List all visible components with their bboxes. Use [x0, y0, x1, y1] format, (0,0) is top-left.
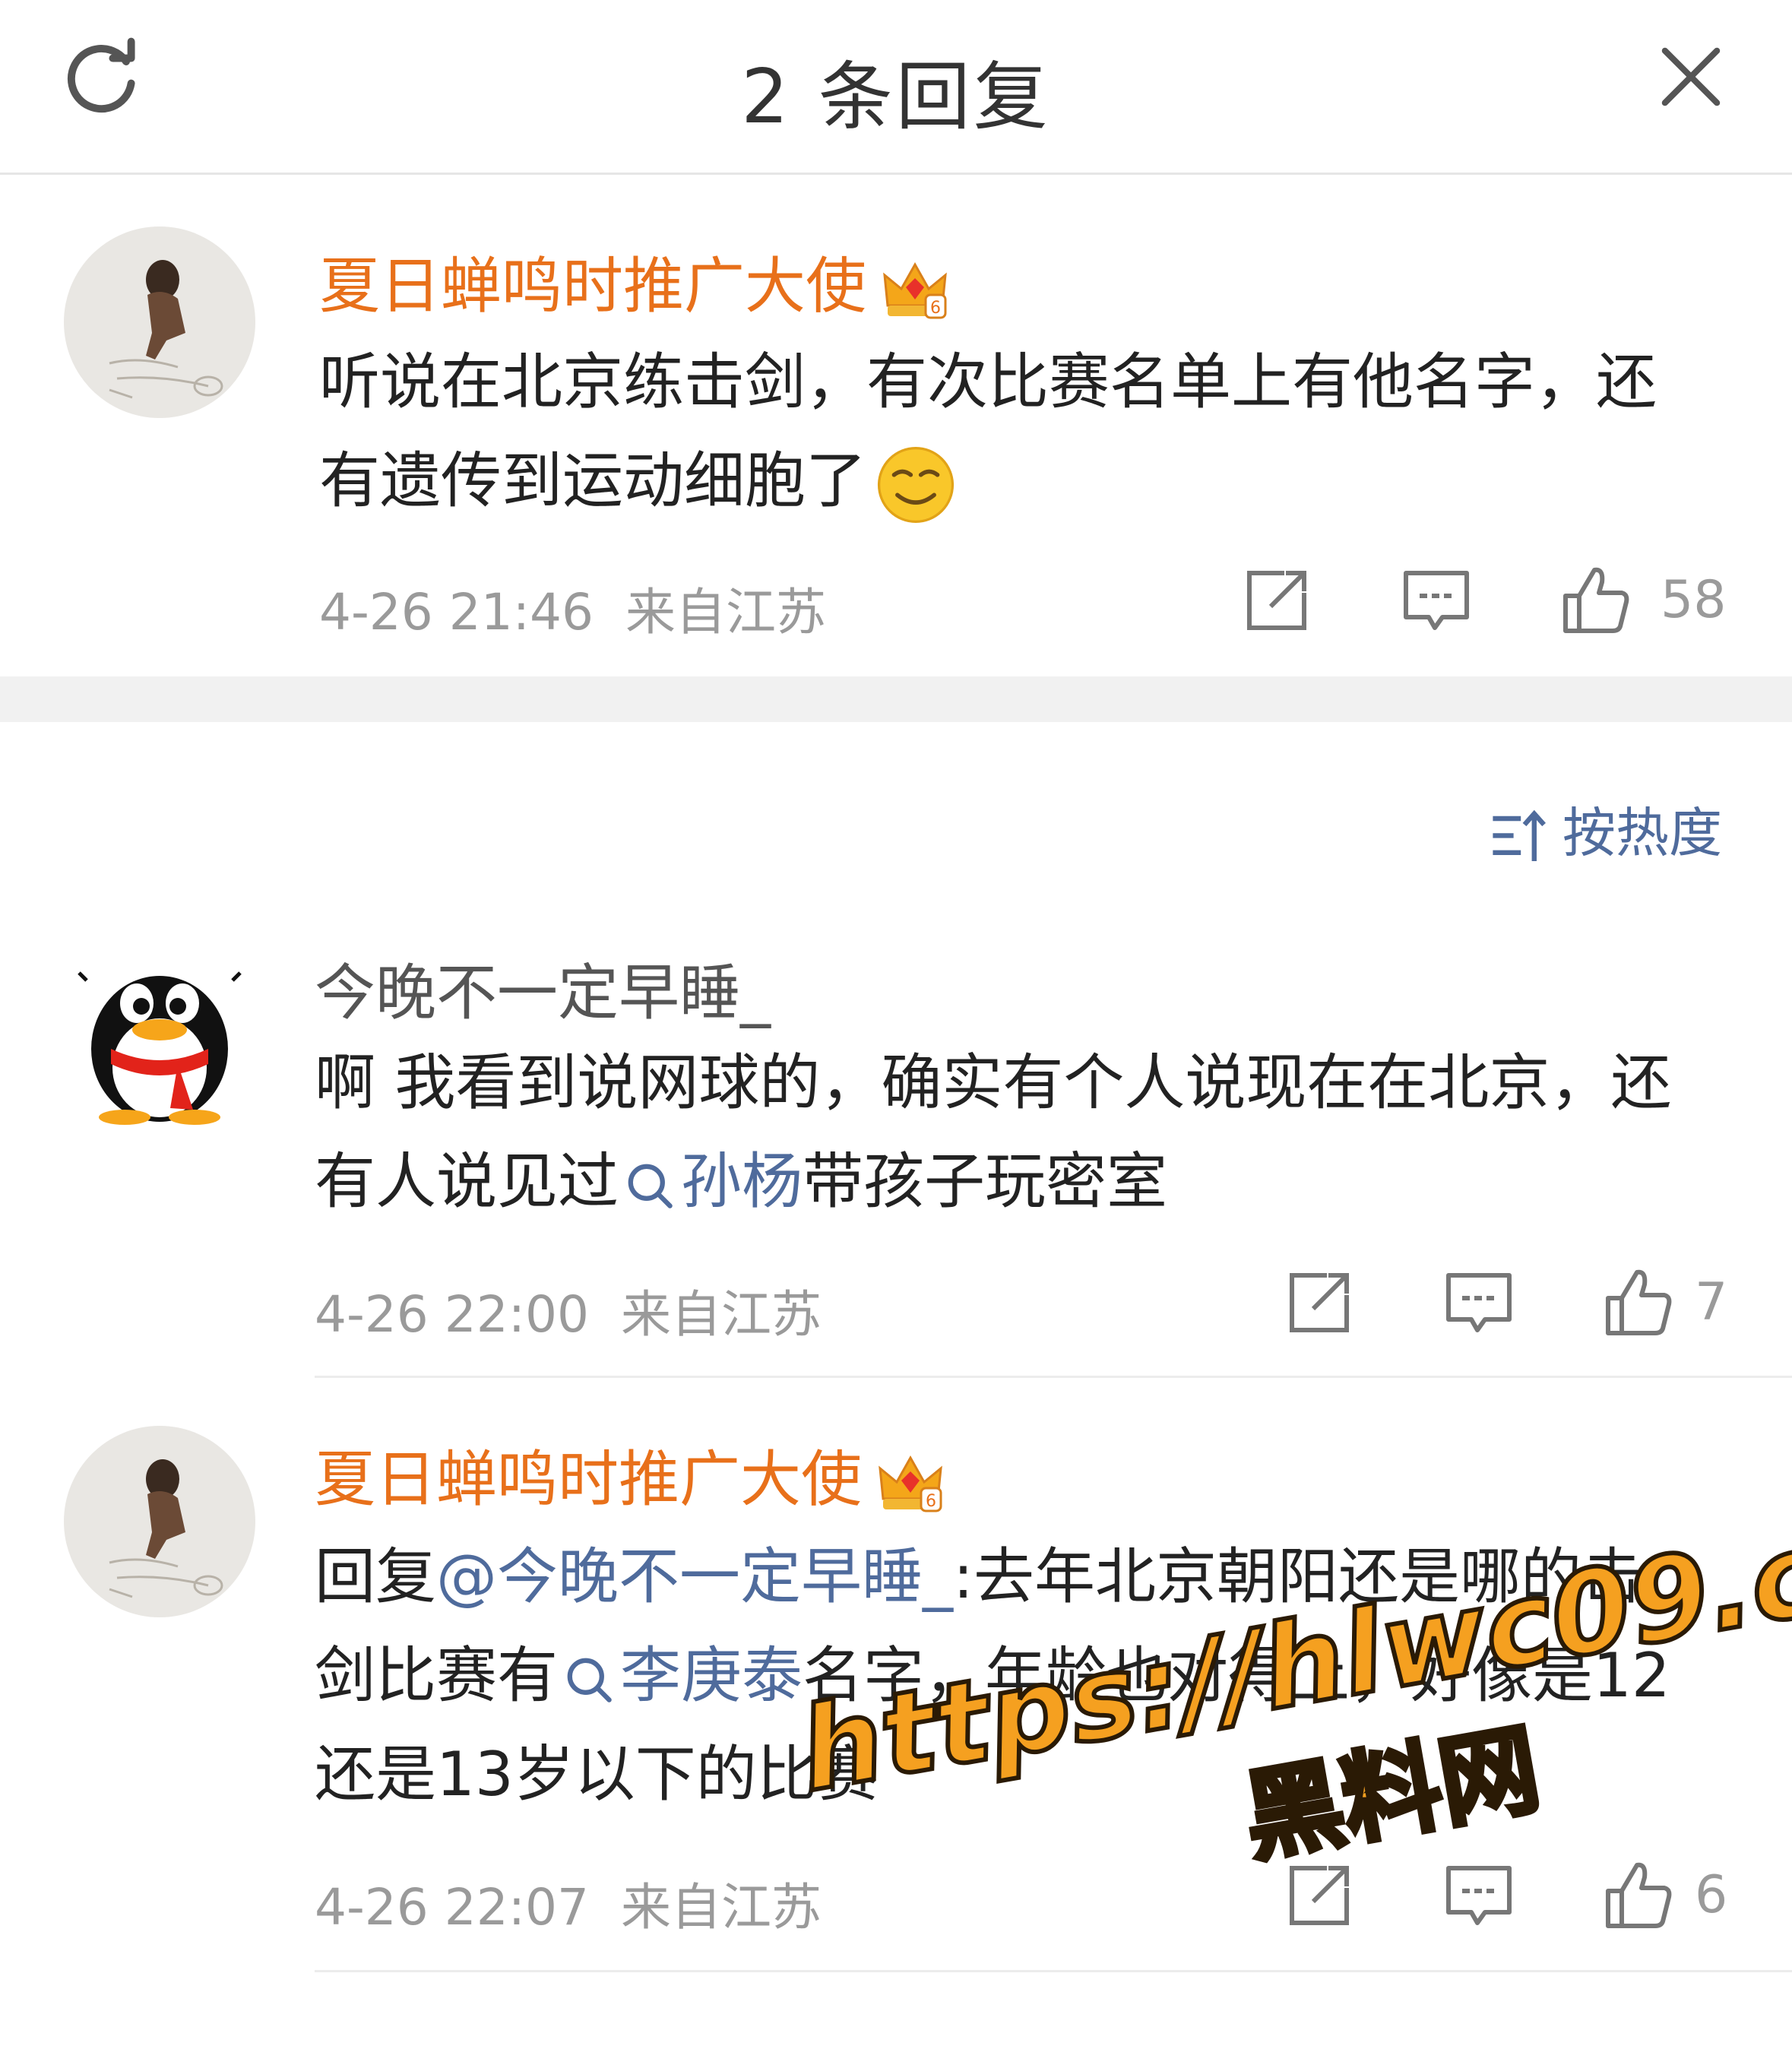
reply-meta: 4-26 22:07 来自江苏	[315, 1867, 822, 1940]
reply-actions: 7	[1281, 1265, 1737, 1348]
like-icon[interactable]	[1600, 1265, 1676, 1341]
like-icon[interactable]	[1600, 1858, 1676, 1934]
search-icon	[628, 1164, 673, 1208]
svg-text:6: 6	[930, 299, 941, 318]
reply-divider	[315, 1970, 1792, 1972]
comment-meta: 4-26 21:46 来自江苏	[319, 572, 826, 645]
reply-location: 来自江苏	[620, 1285, 822, 1344]
smirk-emoji-icon	[877, 446, 955, 524]
share-icon[interactable]	[1281, 1265, 1357, 1341]
reply-body-tail: 带孩子玩密室	[803, 1146, 1167, 1217]
author-name[interactable]: 夏日蝉鸣时推广大使	[315, 1444, 862, 1515]
reply-header: 2 条回复	[0, 0, 1792, 175]
crown-badge-icon: 6	[883, 261, 947, 319]
topic-link[interactable]: 李庚泰	[558, 1640, 803, 1711]
close-icon[interactable]	[1657, 43, 1725, 111]
reply-location: 来自江苏	[620, 1878, 822, 1937]
search-icon	[567, 1658, 612, 1702]
like-count: 7	[1695, 1272, 1728, 1332]
sort-label: 按热度	[1562, 802, 1722, 864]
like-icon[interactable]	[1558, 562, 1634, 638]
comment-time: 4-26 21:46	[319, 583, 594, 641]
reply-time: 4-26 22:00	[315, 1285, 589, 1344]
reply-author[interactable]: 夏日蝉鸣时推广大使 6	[315, 1430, 948, 1522]
page-title: 2 条回复	[741, 54, 1051, 141]
topic-link-label[interactable]: 李庚泰	[620, 1640, 803, 1711]
like-count: 58	[1661, 570, 1727, 630]
comment-actions: 58	[1239, 562, 1727, 646]
like-count: 6	[1695, 1865, 1728, 1925]
comment-author[interactable]: 夏日蝉鸣时推广大使 6	[319, 237, 953, 328]
comment-icon[interactable]	[1441, 1265, 1517, 1341]
reply-actions: 6	[1281, 1858, 1737, 1941]
reply-text: 啊 我看到说网球的，确实有个人说现在在北京，还有人说见过 孙杨带孩子玩密室	[315, 1034, 1683, 1231]
avatar[interactable]	[64, 935, 255, 1126]
avatar[interactable]	[64, 226, 255, 418]
reply-author[interactable]: 今晚不一定早睡_	[315, 944, 771, 1032]
comment-text: 听说在北京练击剑，有次比赛名单上有他名字，还有遗传到运动细胞了	[319, 333, 1657, 531]
share-icon[interactable]	[1239, 562, 1315, 638]
svg-text:6: 6	[926, 1492, 936, 1511]
author-name[interactable]: 夏日蝉鸣时推广大使	[319, 251, 866, 321]
comment-icon[interactable]	[1441, 1858, 1517, 1934]
section-separator	[0, 676, 1792, 722]
reply-meta: 4-26 22:00 来自江苏	[315, 1274, 822, 1347]
mention-link[interactable]: @今晚不一定早睡_	[436, 1541, 953, 1612]
crown-badge-icon: 6	[879, 1455, 942, 1512]
avatar[interactable]	[64, 1426, 255, 1617]
reply-divider	[315, 1376, 1792, 1378]
comment-icon[interactable]	[1398, 562, 1474, 638]
author-name[interactable]: 今晚不一定早睡_	[315, 958, 771, 1028]
comment-location: 来自江苏	[625, 583, 826, 641]
reply-prefix: 回复	[315, 1541, 436, 1612]
topic-link-label[interactable]: 孙杨	[681, 1146, 803, 1217]
sort-icon	[1493, 809, 1546, 861]
comment-body: 听说在北京练击剑，有次比赛名单上有他名字，还有遗传到运动细胞了	[319, 347, 1657, 516]
topic-link[interactable]: 孙杨	[619, 1146, 803, 1217]
reply-time: 4-26 22:07	[315, 1878, 589, 1937]
sort-toggle[interactable]: 按热度	[1488, 790, 1722, 867]
